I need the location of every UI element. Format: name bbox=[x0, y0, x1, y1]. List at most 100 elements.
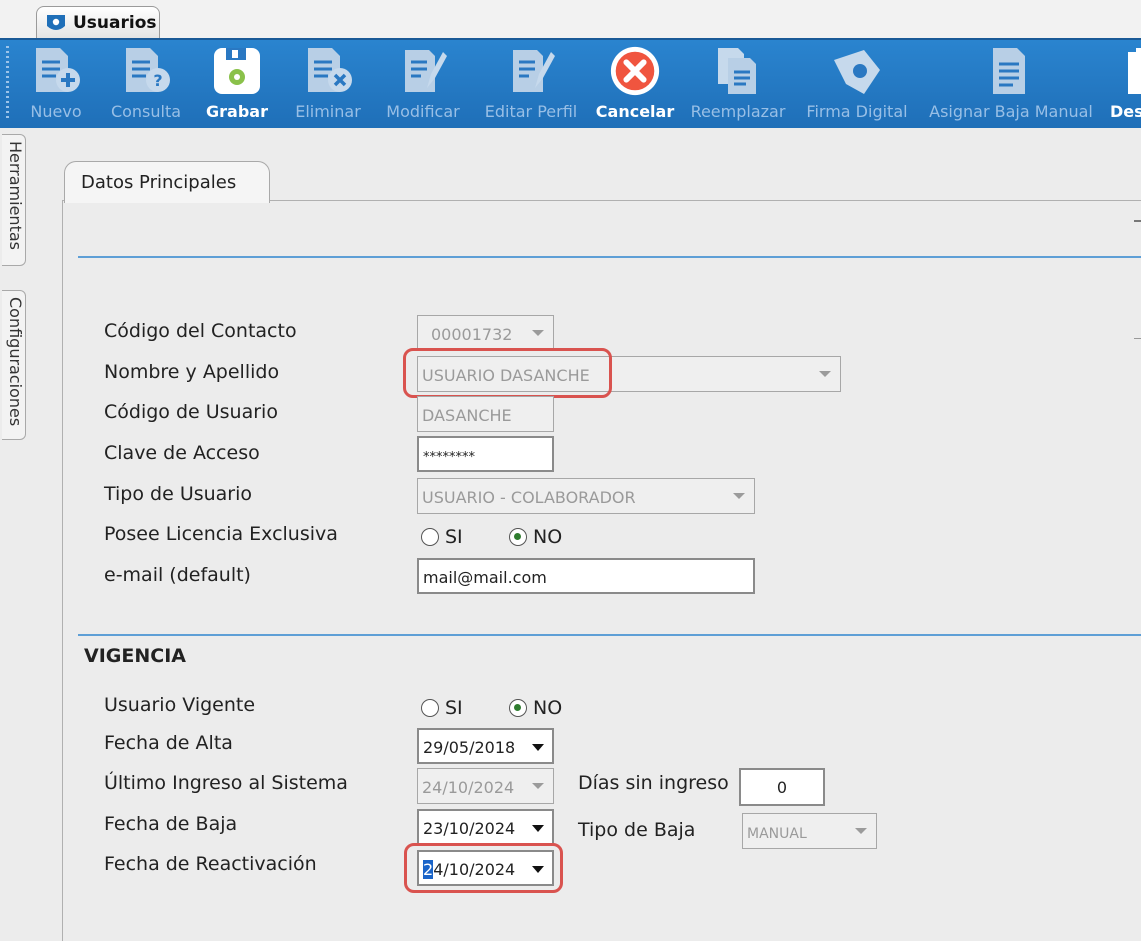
doc-assign-icon bbox=[993, 48, 1025, 94]
main-toolbar: Nuevo ? Consulta Grabar Eliminar Modific… bbox=[0, 38, 1141, 128]
highlight-fecha-reactivacion bbox=[404, 843, 563, 893]
doc-more-icon bbox=[1128, 48, 1141, 94]
side-tab-configuraciones-label: Configuraciones bbox=[6, 297, 25, 427]
tipo-usuario-select[interactable]: USUARIO - COLABORADOR bbox=[417, 478, 755, 514]
chevron-down-icon[interactable] bbox=[855, 828, 867, 834]
ultimo-ingreso-label: Último Ingreso al Sistema bbox=[104, 772, 348, 794]
consulta-button[interactable]: ? Consulta bbox=[108, 40, 184, 128]
des-button[interactable]: Des bbox=[1108, 40, 1141, 128]
email-label: e-mail (default) bbox=[104, 564, 251, 586]
profile-edit-icon bbox=[513, 50, 555, 92]
highlight-nombre bbox=[403, 348, 612, 398]
nuevo-button[interactable]: Nuevo bbox=[28, 40, 84, 128]
modificar-button[interactable]: Modificar bbox=[382, 40, 464, 128]
svg-text:?: ? bbox=[153, 71, 162, 90]
vigente-no-label: NO bbox=[533, 697, 563, 719]
cancelar-label: Cancelar bbox=[595, 102, 675, 121]
fecha-alta-value: 29/05/2018 bbox=[423, 738, 516, 757]
radio-selected-icon[interactable] bbox=[509, 699, 527, 717]
usuario-vigente-label: Usuario Vigente bbox=[104, 694, 256, 716]
chevron-down-icon[interactable] bbox=[819, 371, 831, 377]
codigo-usuario-value: DASANCHE bbox=[422, 406, 512, 425]
grabar-label: Grabar bbox=[206, 102, 268, 121]
vigente-radio-si[interactable]: SI bbox=[421, 697, 463, 719]
side-tab-herramientas[interactable]: Herramientas bbox=[2, 134, 26, 266]
tipo-baja-value: MANUAL bbox=[747, 826, 807, 842]
radio-selected-icon[interactable] bbox=[509, 528, 527, 546]
vigente-si-label: SI bbox=[445, 697, 463, 719]
email-field[interactable]: mail@mail.com bbox=[417, 558, 755, 594]
fecha-alta-label: Fecha de Alta bbox=[104, 732, 233, 754]
side-tab-configuraciones[interactable]: Configuraciones bbox=[2, 290, 26, 440]
cancelar-button[interactable]: Cancelar bbox=[595, 40, 675, 128]
reemplazar-label: Reemplazar bbox=[690, 102, 786, 121]
licencia-label: Posee Licencia Exclusiva bbox=[104, 523, 338, 545]
panel-edge-mark-2 bbox=[1134, 338, 1141, 339]
clave-acceso-label: Clave de Acceso bbox=[104, 442, 260, 464]
email-value: mail@mail.com bbox=[423, 568, 547, 587]
grabar-button[interactable]: Grabar bbox=[206, 40, 268, 128]
firma-digital-label: Firma Digital bbox=[806, 102, 908, 121]
eliminar-button[interactable]: Eliminar bbox=[294, 40, 362, 128]
codigo-usuario-label: Código de Usuario bbox=[104, 401, 278, 423]
editar-perfil-button[interactable]: Editar Perfil bbox=[480, 40, 582, 128]
asignar-baja-manual-label: Asignar Baja Manual bbox=[929, 102, 1093, 121]
codigo-usuario-field[interactable]: DASANCHE bbox=[417, 396, 554, 432]
tipo-usuario-label: Tipo de Usuario bbox=[104, 483, 253, 505]
clave-acceso-value: ******** bbox=[423, 450, 475, 465]
chevron-down-icon[interactable] bbox=[733, 493, 745, 499]
asignar-baja-manual-button[interactable]: Asignar Baja Manual bbox=[926, 40, 1096, 128]
chevron-down-icon[interactable] bbox=[532, 825, 544, 832]
nombre-apellido-label: Nombre y Apellido bbox=[104, 361, 280, 383]
clave-acceso-field[interactable]: ******** bbox=[417, 436, 554, 472]
signature-icon bbox=[834, 50, 880, 94]
reemplazar-button[interactable]: Reemplazar bbox=[689, 40, 787, 128]
radio-icon[interactable] bbox=[421, 699, 439, 717]
save-disk-icon bbox=[214, 48, 260, 94]
chevron-down-icon[interactable] bbox=[532, 783, 544, 789]
panel-edge-mark bbox=[1134, 220, 1141, 222]
consulta-label: Consulta bbox=[110, 102, 182, 121]
doc-help-icon: ? bbox=[126, 48, 170, 92]
app-logo-icon bbox=[47, 14, 65, 30]
fecha-baja-label: Fecha de Baja bbox=[104, 813, 238, 835]
firma-digital-button[interactable]: Firma Digital bbox=[802, 40, 912, 128]
doc-copy-icon bbox=[718, 48, 756, 94]
window-tab-title: Usuarios bbox=[73, 12, 157, 33]
licencia-no-label: NO bbox=[533, 526, 563, 548]
tipo-baja-select[interactable]: MANUAL bbox=[742, 813, 877, 849]
fecha-alta-datepicker[interactable]: 29/05/2018 bbox=[417, 728, 554, 764]
fecha-baja-datepicker[interactable]: 23/10/2024 bbox=[417, 809, 554, 845]
radio-icon[interactable] bbox=[421, 528, 439, 546]
toolbar-grip[interactable] bbox=[6, 46, 9, 118]
dias-sin-ingreso-value: 0 bbox=[776, 778, 788, 797]
fecha-baja-value: 23/10/2024 bbox=[423, 819, 516, 838]
ultimo-ingreso-value: 24/10/2024 bbox=[422, 778, 515, 797]
side-tab-herramientas-label: Herramientas bbox=[6, 141, 25, 250]
editar-perfil-label: Editar Perfil bbox=[484, 102, 578, 121]
codigo-contacto-value: 00001732 bbox=[431, 325, 513, 344]
dias-sin-ingreso-label: Días sin ingreso bbox=[578, 772, 729, 794]
vigencia-title: VIGENCIA bbox=[84, 645, 186, 667]
nuevo-label: Nuevo bbox=[30, 102, 82, 121]
chevron-down-icon[interactable] bbox=[532, 744, 544, 751]
fecha-reactivacion-label: Fecha de Reactivación bbox=[104, 853, 317, 875]
section-divider-top bbox=[78, 256, 1141, 258]
doc-edit-icon bbox=[405, 50, 447, 92]
tipo-usuario-value: USUARIO - COLABORADOR bbox=[422, 488, 636, 507]
chevron-down-icon[interactable] bbox=[532, 330, 544, 336]
window-tab-usuarios[interactable]: Usuarios bbox=[36, 6, 160, 38]
doc-delete-icon bbox=[308, 48, 352, 92]
section-divider-vigencia bbox=[78, 634, 1141, 636]
tipo-baja-label: Tipo de Baja bbox=[578, 819, 696, 841]
window-tab-strip bbox=[0, 0, 1141, 38]
dias-sin-ingreso-field[interactable]: 0 bbox=[739, 768, 825, 806]
licencia-radio-si[interactable]: SI bbox=[421, 526, 463, 548]
vigente-radio-no[interactable]: NO bbox=[509, 697, 562, 719]
licencia-radio-no[interactable]: NO bbox=[509, 526, 562, 548]
codigo-contacto-select[interactable]: 00001732 bbox=[417, 315, 554, 351]
licencia-si-label: SI bbox=[445, 526, 463, 548]
ultimo-ingreso-datepicker[interactable]: 24/10/2024 bbox=[417, 768, 554, 804]
tab-datos-principales[interactable]: Datos Principales bbox=[64, 161, 270, 203]
codigo-contacto-label: Código del Contacto bbox=[104, 320, 297, 342]
